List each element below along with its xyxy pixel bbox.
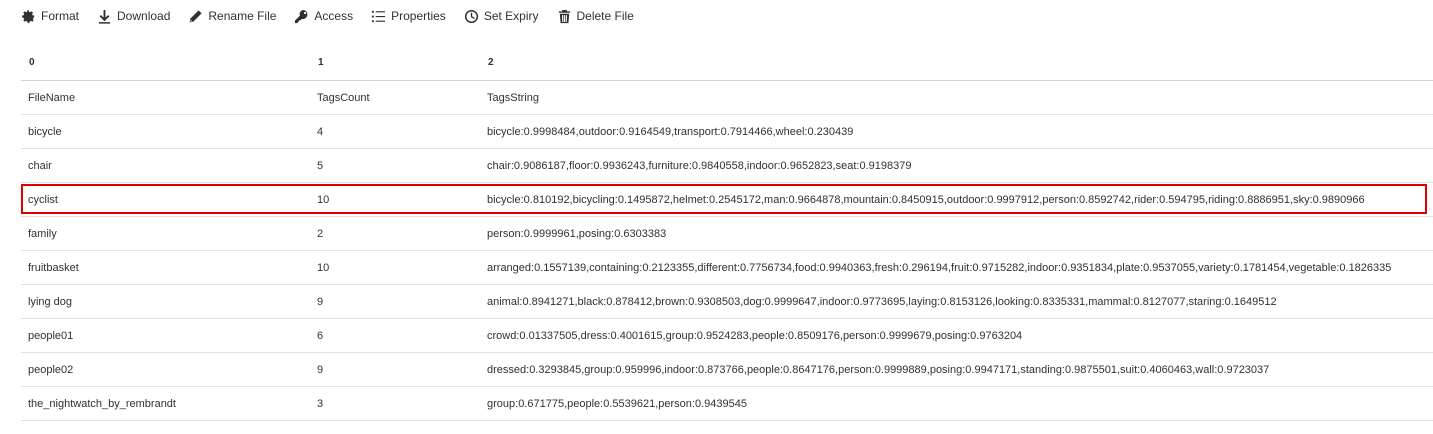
- table-cell: cyclist: [21, 182, 310, 217]
- table-cell: TagsString: [480, 80, 1433, 115]
- properties-label: Properties: [391, 9, 446, 23]
- column-index-header[interactable]: 2: [480, 44, 1433, 81]
- download-icon: [98, 9, 111, 24]
- table-cell: dressed:0.3293845,group:0.959996,indoor:…: [480, 352, 1433, 387]
- table-cell: arranged:0.1557139,containing:0.2123355,…: [480, 250, 1433, 285]
- rename-file-label: Rename File: [208, 9, 277, 23]
- table-row[interactable]: lying dog 9 animal:0.8941271,black:0.878…: [21, 284, 1433, 319]
- table-row[interactable]: people01 6 crowd:0.01337505,dress:0.4001…: [21, 318, 1433, 353]
- table-cell: chair:0.9086187,floor:0.9936243,furnitur…: [480, 148, 1433, 183]
- gear-icon: [22, 9, 35, 23]
- table-cell: 5: [310, 148, 480, 183]
- table-cell: people01: [21, 318, 310, 353]
- key-icon: [295, 9, 308, 23]
- table-cell: FileName: [21, 80, 310, 115]
- table-cell: 2: [310, 216, 480, 251]
- table-cell: fruitbasket: [21, 250, 310, 285]
- table-cell: 3: [310, 386, 480, 421]
- column-index-header[interactable]: 0: [21, 44, 310, 81]
- table-cell: chair: [21, 148, 310, 183]
- set-expiry-button[interactable]: Set Expiry: [464, 0, 539, 32]
- table-cell: 9: [310, 284, 480, 319]
- format-label: Format: [41, 9, 80, 23]
- toolbar: Format Download Rename File Access Prope…: [0, 0, 1433, 32]
- delete-file-label: Delete File: [576, 9, 634, 23]
- table-cell: 6: [310, 318, 480, 353]
- table-cell: people02: [21, 352, 310, 387]
- table-row[interactable]: the_nightwatch_by_rembrandt 3 group:0.67…: [21, 386, 1433, 421]
- table-cell: family: [21, 216, 310, 251]
- access-label: Access: [314, 9, 354, 23]
- clock-icon: [464, 9, 478, 23]
- pencil-icon: [190, 9, 202, 22]
- table-cell: 4: [310, 114, 480, 149]
- properties-button[interactable]: Properties: [371, 0, 446, 32]
- table-cell: bicycle:0.9998484,outdoor:0.9164549,tran…: [480, 114, 1433, 149]
- set-expiry-label: Set Expiry: [483, 9, 539, 23]
- table-cell: person:0.9999961,posing:0.6303383: [480, 216, 1433, 251]
- table-row[interactable]: chair 5 chair:0.9086187,floor:0.9936243,…: [21, 148, 1433, 183]
- download-button[interactable]: Download: [97, 0, 170, 32]
- table-row[interactable]: cyclist 10 bicycle:0.810192,bicycling:0.…: [21, 182, 1433, 217]
- table-row[interactable]: family 2 person:0.9999961,posing:0.63033…: [21, 216, 1433, 251]
- table-cell: crowd:0.01337505,dress:0.4001615,group:0…: [480, 318, 1433, 353]
- table-cell: group:0.671775,people:0.5539621,person:0…: [480, 386, 1433, 421]
- table-cell: lying dog: [21, 284, 310, 319]
- data-table: 0 1 2 FileName TagsCount TagsString bicy…: [21, 44, 1433, 421]
- download-label: Download: [117, 9, 171, 23]
- table-cell: bicycle:0.810192,bicycling:0.1495872,hel…: [480, 182, 1433, 217]
- table-row[interactable]: FileName TagsCount TagsString: [21, 80, 1433, 115]
- table-cell: TagsCount: [310, 80, 480, 115]
- table-cell: bicycle: [21, 114, 310, 149]
- table-cell: the_nightwatch_by_rembrandt: [21, 386, 310, 421]
- table-row[interactable]: bicycle 4 bicycle:0.9998484,outdoor:0.91…: [21, 114, 1433, 149]
- table-row[interactable]: people02 9 dressed:0.3293845,group:0.959…: [21, 352, 1433, 387]
- table-cell: 9: [310, 352, 480, 387]
- trash-icon: [558, 9, 570, 23]
- table-row[interactable]: fruitbasket 10 arranged:0.1557139,contai…: [21, 250, 1433, 285]
- table-cell: 10: [310, 250, 480, 285]
- column-index-row: 0 1 2: [21, 44, 1433, 81]
- access-button[interactable]: Access: [294, 0, 353, 32]
- list-icon: [372, 10, 386, 22]
- rename-file-button[interactable]: Rename File: [188, 0, 276, 32]
- column-index-header[interactable]: 1: [310, 44, 480, 81]
- format-button[interactable]: Format: [21, 0, 79, 32]
- table-cell: 10: [310, 182, 480, 217]
- table-cell: animal:0.8941271,black:0.878412,brown:0.…: [480, 284, 1433, 319]
- delete-file-button[interactable]: Delete File: [557, 0, 634, 32]
